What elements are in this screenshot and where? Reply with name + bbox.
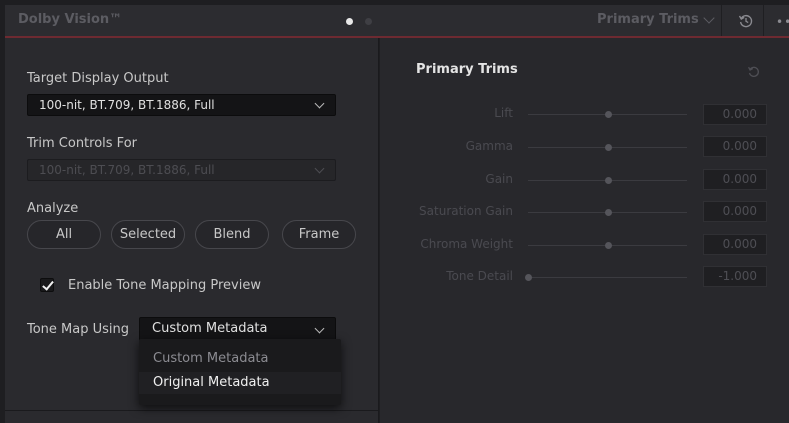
trim-value-field[interactable]: 0.000: [703, 169, 767, 190]
header-divider: [763, 5, 764, 36]
trim-value-field[interactable]: 0.000: [703, 201, 767, 222]
trim-label: Gamma: [465, 139, 513, 153]
trim-value-field[interactable]: 0.000: [703, 136, 767, 157]
chevron-down-icon: [314, 163, 325, 174]
trim-slider-knob[interactable]: [604, 144, 612, 151]
trim-label: Saturation Gain: [419, 204, 513, 218]
tone-mapping-preview-label: Enable Tone Mapping Preview: [68, 278, 261, 293]
analyze-all-button[interactable]: All: [27, 220, 101, 249]
trim-mode-select[interactable]: Primary Trims: [597, 11, 715, 27]
panel-title: Dolby Vision™: [18, 12, 123, 27]
trim-value-field[interactable]: 0.000: [703, 104, 767, 125]
trim-slider-knob[interactable]: [604, 177, 612, 184]
trim-slider-track[interactable]: [528, 277, 687, 278]
chevron-down-icon: [314, 98, 325, 109]
more-options-icon[interactable]: ••: [776, 15, 789, 29]
checkmark-icon: [42, 278, 54, 291]
tone-map-using-dropdown[interactable]: Custom Metadata: [139, 317, 336, 341]
dolby-vision-panel: Dolby Vision™ Primary Trims •• Target Di…: [0, 0, 789, 423]
analyze-selected-button[interactable]: Selected: [111, 220, 185, 249]
trim-slider-knob[interactable]: [604, 242, 612, 249]
trim-controls-for-dropdown[interactable]: 100-nit, BT.709, BT.1886, Full: [27, 159, 336, 181]
chevron-down-icon: [314, 323, 325, 334]
trim-slider-knob[interactable]: [604, 111, 612, 118]
reset-icon[interactable]: [747, 64, 761, 83]
trim-mode-label: Primary Trims: [597, 12, 699, 27]
primary-trims-title: Primary Trims: [416, 62, 518, 77]
trim-slider-knob[interactable]: [604, 209, 612, 216]
trim-value-field[interactable]: -1.000: [703, 266, 767, 287]
target-display-value: 100-nit, BT.709, BT.1886, Full: [39, 98, 215, 112]
trim-controls-for-label: Trim Controls For: [27, 136, 137, 151]
primary-trims-panel: Primary Trims Lift 0.000 Gamma 0.000 Gai…: [380, 38, 789, 423]
panel-divider: [5, 410, 378, 411]
chevron-down-icon: [703, 11, 715, 24]
panel-header: Dolby Vision™ Primary Trims ••: [5, 5, 789, 38]
trim-slider-knob[interactable]: [525, 274, 532, 281]
trim-controls-for-value: 100-nit, BT.709, BT.1886, Full: [39, 163, 215, 177]
target-display-dropdown[interactable]: 100-nit, BT.709, BT.1886, Full: [27, 94, 336, 116]
trim-label: Chroma Weight: [420, 237, 513, 251]
trim-label: Lift: [494, 106, 513, 120]
page-indicator-active[interactable]: [346, 18, 353, 25]
analyze-blend-button[interactable]: Blend: [195, 220, 269, 249]
tone-map-using-value: Custom Metadata: [152, 321, 268, 336]
tone-mapping-preview-checkbox[interactable]: [40, 278, 54, 292]
history-reset-icon[interactable]: [738, 13, 754, 33]
analyze-label: Analyze: [27, 201, 79, 216]
menu-item-custom-metadata[interactable]: Custom Metadata: [139, 348, 341, 370]
trim-label: Tone Detail: [446, 269, 513, 283]
trim-label: Gain: [485, 172, 513, 186]
header-divider: [721, 5, 722, 36]
tone-map-options-menu: Custom Metadata Original Metadata: [139, 339, 341, 405]
menu-item-original-metadata[interactable]: Original Metadata: [139, 372, 341, 394]
trim-value-field[interactable]: 0.000: [703, 234, 767, 255]
page-indicator-inactive[interactable]: [365, 18, 372, 25]
target-display-label: Target Display Output: [27, 71, 169, 86]
analyze-frame-button[interactable]: Frame: [282, 220, 356, 249]
tone-map-using-label: Tone Map Using: [27, 322, 130, 337]
